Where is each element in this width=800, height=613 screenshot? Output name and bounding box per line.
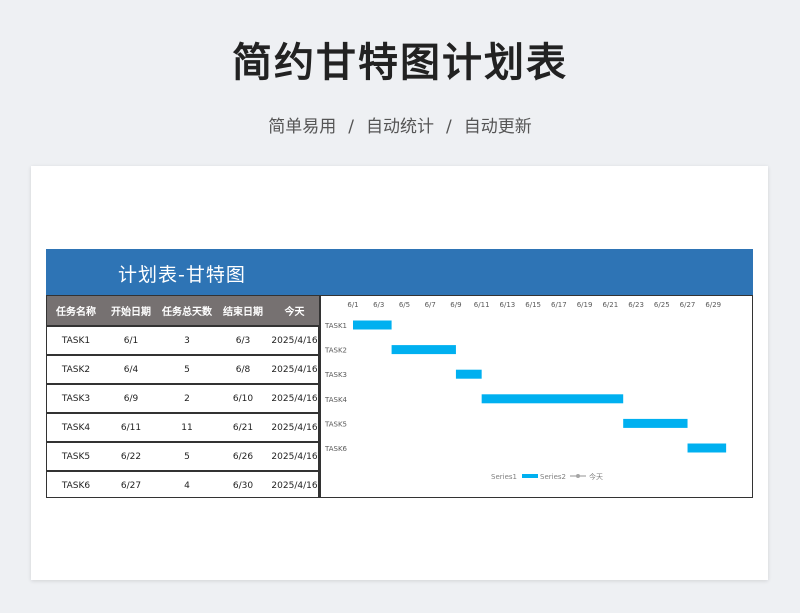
cell-end-date[interactable]: 6/10 — [217, 383, 269, 413]
page-subtitle: 简单易用 / 自动统计 / 自动更新 — [0, 112, 800, 137]
cell-total-days[interactable]: 3 — [157, 325, 217, 355]
x-tick-label: 6/7 — [425, 301, 436, 309]
table-header-row: 任务名称 开始日期 任务总天数 结束日期 今天 — [47, 296, 320, 326]
cell-task-name[interactable]: TASK2 — [47, 354, 105, 384]
table-row: TASK5 6/22 5 6/26 2025/4/16 — [47, 441, 320, 471]
page-title: 简约甘特图计划表 — [232, 40, 568, 86]
sheet-banner: 计划表-甘特图 — [46, 249, 753, 295]
x-tick-label: 6/3 — [373, 301, 384, 309]
x-tick-label: 6/29 — [705, 301, 721, 309]
x-tick-label: 6/23 — [628, 301, 644, 309]
cell-task-name[interactable]: TASK1 — [47, 325, 105, 355]
cell-task-name[interactable]: TASK5 — [47, 441, 105, 471]
x-tick-label: 6/17 — [551, 301, 567, 309]
table-row: TASK6 6/27 4 6/30 2025/4/16 — [47, 470, 320, 499]
gantt-chart-svg: 6/1 6/3 6/5 6/7 6/9 6/11 6/13 6/15 6/17 6/19 6/21 6… — [324, 301, 727, 481]
gantt-bar — [623, 418, 688, 428]
cell-end-date[interactable]: 6/21 — [217, 412, 269, 442]
legend-today-label: 今天 — [589, 472, 603, 481]
table-row: TASK3 6/9 2 6/10 2025/4/16 — [47, 383, 320, 413]
y-category-label: TASK4 — [324, 396, 348, 404]
cell-today[interactable]: 2025/4/16 — [269, 383, 320, 413]
gantt-bar — [481, 394, 624, 404]
cell-start-date[interactable]: 6/1 — [105, 325, 157, 355]
x-tick-label: 6/27 — [680, 301, 696, 309]
subtitle-item: 自动更新 — [463, 117, 532, 137]
header-end-date[interactable]: 结束日期 — [217, 296, 269, 326]
cell-start-date[interactable]: 6/4 — [105, 354, 157, 384]
cell-total-days[interactable]: 4 — [157, 470, 217, 499]
legend-today-marker — [576, 474, 580, 478]
cell-today[interactable]: 2025/4/16 — [269, 441, 320, 471]
x-tick-label: 6/13 — [500, 301, 516, 309]
y-category-label: TASK1 — [324, 322, 347, 330]
cell-task-name[interactable]: TASK4 — [47, 412, 105, 442]
cell-end-date[interactable]: 6/3 — [217, 325, 269, 355]
x-tick-label: 6/5 — [399, 301, 410, 309]
table-row: TASK2 6/4 5 6/8 2025/4/16 — [47, 354, 320, 384]
y-category-label: TASK2 — [324, 347, 347, 355]
y-category-label: TASK3 — [324, 371, 347, 379]
cell-start-date[interactable]: 6/22 — [105, 441, 157, 471]
x-tick-label: 6/11 — [474, 301, 490, 309]
x-tick-label: 6/19 — [577, 301, 593, 309]
y-category-label: TASK5 — [324, 420, 347, 428]
cell-today[interactable]: 2025/4/16 — [269, 325, 320, 355]
legend-series2-label: Series2 — [540, 473, 566, 481]
gantt-chart[interactable]: 6/1 6/3 6/5 6/7 6/9 6/11 6/13 6/15 6/17 6/19 6/21 6… — [319, 295, 753, 498]
legend-series2-swatch — [522, 474, 538, 478]
gantt-bar — [687, 443, 727, 453]
cell-start-date[interactable]: 6/27 — [105, 470, 157, 499]
cell-start-date[interactable]: 6/11 — [105, 412, 157, 442]
gantt-bar — [391, 345, 456, 355]
x-tick-label: 6/9 — [450, 301, 461, 309]
table-row: TASK1 6/1 3 6/3 2025/4/16 — [47, 325, 320, 355]
header-start-date[interactable]: 开始日期 — [105, 296, 157, 326]
cell-task-name[interactable]: TASK6 — [47, 470, 105, 499]
subtitle-item: 简单易用 — [268, 117, 337, 137]
x-tick-label: 6/25 — [654, 301, 670, 309]
cell-total-days[interactable]: 5 — [157, 441, 217, 471]
subtitle-item: 自动统计 — [366, 117, 434, 137]
gantt-bar — [455, 369, 482, 379]
x-tick-label: 6/21 — [602, 301, 618, 309]
cell-task-name[interactable]: TASK3 — [47, 383, 105, 413]
cell-total-days[interactable]: 11 — [157, 412, 217, 442]
cell-today[interactable]: 2025/4/16 — [269, 412, 320, 442]
header-task-name[interactable]: 任务名称 — [47, 296, 105, 326]
header-today[interactable]: 今天 — [269, 296, 320, 326]
task-table-container: 任务名称 开始日期 任务总天数 结束日期 今天 TASK1 6/1 3 6/3 … — [46, 295, 320, 499]
cell-start-date[interactable]: 6/9 — [105, 383, 157, 413]
subtitle-separator: / — [348, 117, 354, 137]
table-row: TASK4 6/11 11 6/21 2025/4/16 — [47, 412, 320, 442]
header-total-days[interactable]: 任务总天数 — [157, 296, 217, 326]
x-tick-label: 6/15 — [525, 301, 541, 309]
legend-series1-label: Series1 — [491, 473, 517, 481]
cell-today[interactable]: 2025/4/16 — [269, 354, 320, 384]
cell-end-date[interactable]: 6/26 — [217, 441, 269, 471]
y-category-label: TASK6 — [324, 445, 348, 453]
cell-end-date[interactable]: 6/30 — [217, 470, 269, 499]
cell-total-days[interactable]: 2 — [157, 383, 217, 413]
subtitle-separator: / — [446, 117, 452, 137]
x-tick-label: 6/1 — [347, 301, 358, 309]
gantt-bar — [353, 320, 392, 330]
task-table: 任务名称 开始日期 任务总天数 结束日期 今天 TASK1 6/1 3 6/3 … — [47, 296, 320, 499]
cell-today[interactable]: 2025/4/16 — [269, 470, 320, 499]
banner-title: 计划表-甘特图 — [118, 264, 246, 286]
cell-end-date[interactable]: 6/8 — [217, 354, 269, 384]
cell-total-days[interactable]: 5 — [157, 354, 217, 384]
